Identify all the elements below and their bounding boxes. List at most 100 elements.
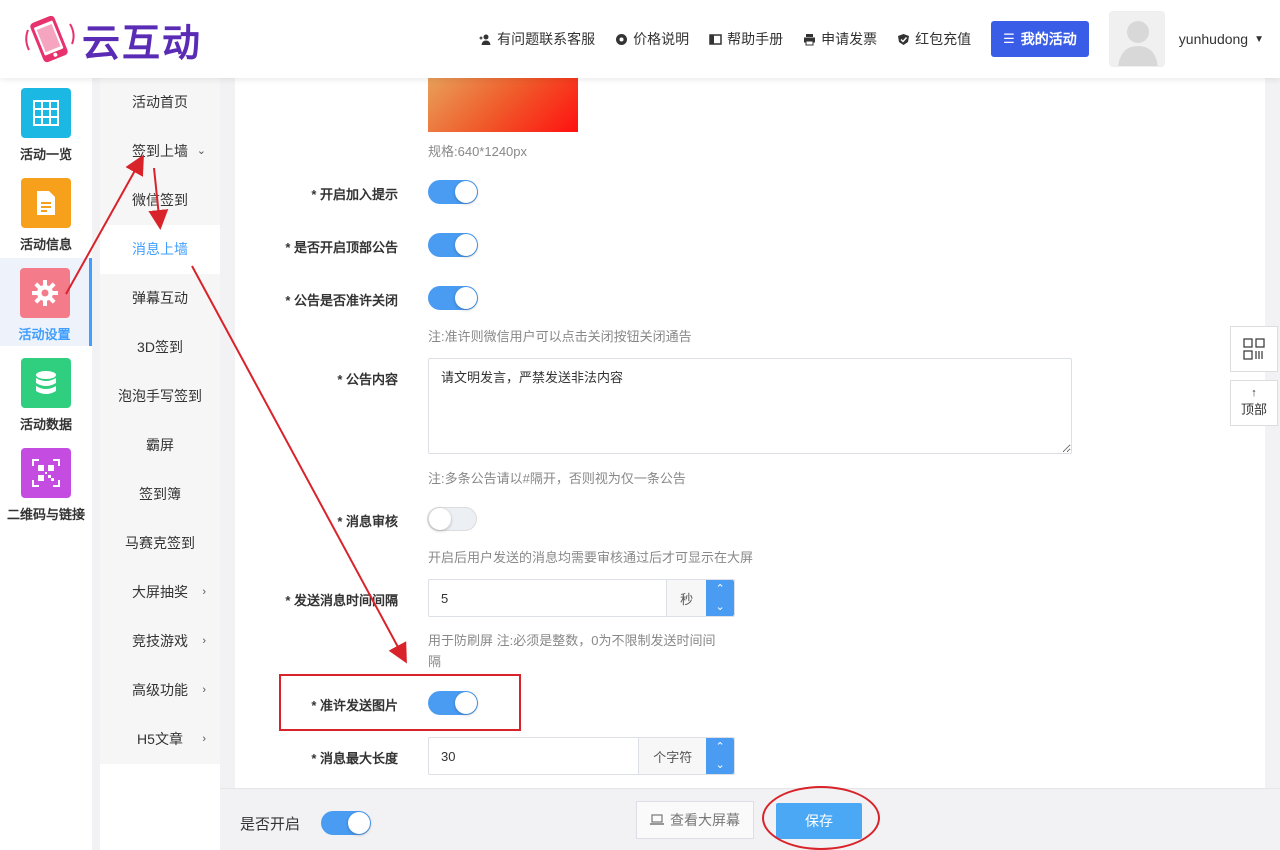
qrcode-icon [21, 448, 71, 498]
review-label: * 消息审核 [337, 514, 398, 529]
nav-support[interactable]: 有问题联系客服 [479, 29, 595, 49]
arrow-up-icon: ↑ [1251, 387, 1257, 399]
submenu-item-dominate-screen[interactable]: 霸屏 [100, 421, 220, 470]
top-notice-label: * 是否开启顶部公告 [285, 240, 398, 255]
list-icon: ☰ [1003, 31, 1015, 46]
qrcode-float-button[interactable] [1230, 326, 1278, 372]
chevron-down-icon[interactable]: ⌄ [715, 598, 724, 616]
submenu-item-games[interactable]: 竞技游戏 › [100, 617, 220, 666]
chevron-up-icon[interactable]: ⌃ [715, 738, 724, 756]
interval-input[interactable] [429, 580, 667, 616]
submenu-item-label: 竞技游戏 [132, 633, 188, 649]
shield-check-icon [897, 33, 910, 46]
nav-invoice[interactable]: 申请发票 [803, 29, 877, 49]
document-icon [21, 178, 71, 228]
submenu-item-checkin-wall[interactable]: 签到上墙 ⌄ [100, 127, 220, 176]
chevron-down-icon[interactable]: ⌄ [715, 756, 724, 774]
join-tip-switch[interactable] [428, 180, 478, 204]
my-activity-label: 我的活动 [1020, 31, 1077, 47]
database-icon [21, 358, 71, 408]
sidebar-item-info[interactable]: 活动信息 [0, 168, 92, 256]
top-nav: 有问题联系客服 价格说明 帮助手册 申请发票 红包充值 ☰ 我的活动 yunhu… [479, 0, 1280, 78]
logo-text: 云互动 [82, 20, 203, 65]
submenu-item-label: 微信签到 [132, 192, 188, 208]
notice-content-hint: 注:多条公告请以#隔开，否则视为仅一条公告 [428, 471, 686, 486]
submenu-filler [100, 764, 220, 850]
qrcode-icon [1243, 338, 1265, 360]
nav-recharge[interactable]: 红包充值 [897, 29, 971, 49]
back-to-top-button[interactable]: ↑ 顶部 [1230, 380, 1278, 426]
highlight-ellipse [762, 786, 880, 850]
top-header: 云互动 有问题联系客服 价格说明 帮助手册 申请发票 红包充值 ☰ 我的活动 y… [0, 0, 1280, 78]
back-to-top-label: 顶部 [1240, 402, 1267, 417]
highlight-box [279, 674, 521, 731]
submenu-item-label: 消息上墙 [132, 241, 188, 257]
main-sidebar: 活动一览 活动信息 活动设置 活动数据 二维码与链接 [0, 78, 92, 850]
submenu-item-label: 霸屏 [146, 437, 174, 453]
sub-menu: 活动首页 签到上墙 ⌄ 微信签到 消息上墙 弹幕互动 3D签到 泡泡手写签到 霸屏… [100, 78, 220, 764]
nav-pricing-label: 价格说明 [633, 31, 690, 47]
submenu-item-3d-checkin[interactable]: 3D签到 [100, 323, 220, 372]
logo-phone-icon [20, 10, 78, 68]
user-plus-icon [479, 33, 492, 46]
sidebar-item-label: 活动信息 [19, 237, 72, 252]
chevron-right-icon: › [202, 635, 206, 647]
sidebar-item-label: 活动设置 [18, 327, 71, 342]
notice-content-textarea[interactable]: 请文明发言，严禁发送非法内容 [428, 358, 1072, 454]
settings-icon [19, 268, 70, 318]
maxlen-input[interactable] [429, 738, 639, 774]
sidebar-item-qrcode[interactable]: 二维码与链接 [0, 438, 92, 526]
grid-icon [21, 88, 71, 138]
printer-icon [803, 33, 816, 46]
top-notice-switch[interactable] [428, 233, 478, 257]
nav-help-label: 帮助手册 [727, 31, 784, 47]
sidebar-item-overview[interactable]: 活动一览 [0, 78, 92, 166]
notice-close-switch[interactable] [428, 286, 478, 310]
chevron-up-icon[interactable]: ⌃ [715, 580, 724, 598]
review-hint: 开启后用户发送的消息均需要审核通过后才可显示在大屏 [428, 550, 754, 565]
maxlen-spinner[interactable]: ⌃ ⌄ [706, 738, 735, 774]
avatar[interactable] [1108, 11, 1165, 67]
sidebar-item-data[interactable]: 活动数据 [0, 348, 92, 436]
nav-support-label: 有问题联系客服 [497, 31, 596, 47]
logo[interactable]: 云互动 [20, 10, 202, 68]
sidebar-item-label: 二维码与链接 [6, 507, 85, 522]
maxlen-stepper[interactable]: 个字符 ⌃ ⌄ [428, 737, 735, 775]
sidebar-item-settings[interactable]: 活动设置 [0, 258, 92, 346]
submenu-item-label: 马赛克签到 [125, 535, 195, 551]
join-tip-label: * 开启加入提示 [311, 187, 398, 202]
review-switch[interactable] [427, 507, 477, 531]
submenu-item-label: 签到簿 [139, 486, 181, 502]
enable-switch[interactable] [321, 811, 371, 835]
laptop-icon [650, 814, 664, 826]
submenu-item-label: 高级功能 [132, 682, 188, 698]
submenu-item-label: 泡泡手写签到 [118, 388, 202, 404]
sidebar-item-label: 活动数据 [19, 417, 72, 432]
sidebar-item-label: 活动一览 [19, 147, 72, 162]
nav-invoice-label: 申请发票 [821, 31, 878, 47]
submenu-item-label: 签到上墙 [132, 143, 188, 159]
submenu-item-label: 3D签到 [137, 339, 183, 355]
book-icon [709, 33, 722, 46]
submenu-item-label: H5文章 [137, 731, 183, 747]
nav-help[interactable]: 帮助手册 [709, 29, 783, 49]
username: yunhudong [1178, 31, 1249, 47]
submenu-item-label: 弹幕互动 [132, 290, 188, 306]
nav-pricing[interactable]: 价格说明 [615, 29, 689, 49]
interval-unit: 秒 [666, 580, 707, 616]
submenu-item-home[interactable]: 活动首页 [100, 78, 220, 127]
interval-stepper[interactable]: 秒 ⌃ ⌄ [428, 579, 735, 617]
user-menu[interactable]: yunhudong ▼ [1179, 31, 1264, 47]
view-screen-button[interactable]: 查看大屏幕 [636, 801, 754, 839]
enable-label: 是否开启 [240, 816, 301, 833]
submenu-item-label: 活动首页 [132, 94, 188, 110]
caret-down-icon: ▼ [1254, 33, 1264, 45]
interval-hint: 用于防刷屏 注:必须是整数，0为不限制发送时间间隔 [428, 633, 716, 669]
interval-spinner[interactable]: ⌃ ⌄ [706, 580, 734, 616]
image-spec-text: 规格:640*1240px [428, 144, 528, 159]
background-image-preview[interactable] [428, 78, 578, 132]
gear-icon [615, 33, 628, 46]
my-activity-button[interactable]: ☰ 我的活动 [991, 21, 1089, 57]
maxlen-unit: 个字符 [638, 738, 707, 774]
submenu-item-label: 大屏抽奖 [132, 584, 188, 600]
